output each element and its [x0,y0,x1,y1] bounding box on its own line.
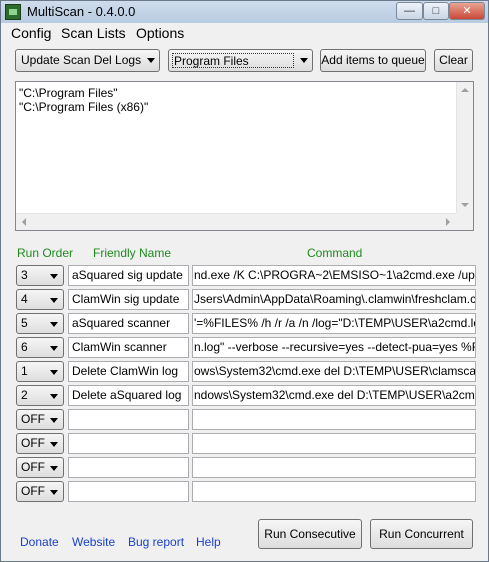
run-order-select[interactable]: 1 [16,361,64,382]
vertical-scrollbar[interactable] [456,82,473,213]
donate-link[interactable]: Donate [20,535,59,549]
list-item[interactable]: "C:\Program Files (x86)" [19,100,148,114]
run-order-value: OFF [21,484,45,498]
table-row: 4 ClamWin sig update Jsers\Admin\AppData… [15,289,477,311]
friendly-name-field[interactable]: aSquared sig update [68,265,189,286]
command-field[interactable]: '=%FILES% /h /r /a /n /log="D:\TEMP\USER… [192,313,476,334]
run-order-select[interactable]: 2 [16,385,64,406]
chevron-down-icon [50,442,58,447]
scan-list-select-value: Update Scan Del Logs [21,53,142,67]
menu-scan-lists[interactable]: Scan Lists [61,25,126,41]
friendly-name-field[interactable]: ClamWin scanner [68,337,189,358]
command-field[interactable]: nd.exe /K C:\PROGRA~2\EMSISO~1\a2cmd.exe… [192,265,476,286]
command-field[interactable]: Jsers\Admin\AppData\Roaming\.clamwin\fre… [192,289,476,310]
menu-bar: Config Scan Lists Options [1,23,488,43]
run-order-value: 1 [21,364,28,378]
table-row: OFF [15,457,477,479]
scroll-up-icon[interactable] [461,88,469,92]
run-order-select[interactable]: 3 [16,265,64,286]
chevron-down-icon [50,298,58,303]
command-field[interactable] [192,433,476,454]
run-order-value: OFF [21,436,45,450]
friendly-name-field[interactable]: ClamWin sig update [68,289,189,310]
friendly-name-field[interactable] [68,481,189,502]
table-row: OFF [15,433,477,455]
run-order-value: OFF [21,412,45,426]
menu-options[interactable]: Options [136,25,184,41]
friendly-name-field[interactable] [68,457,189,478]
run-order-select[interactable]: 6 [16,337,64,358]
close-button[interactable]: ✕ [449,2,485,20]
title-bar[interactable]: MultiScan - 0.4.0.0 — □ ✕ [1,1,488,23]
table-row: 3 aSquared sig update nd.exe /K C:\PROGR… [15,265,477,287]
horizontal-scrollbar[interactable] [16,213,456,230]
command-field[interactable]: ows\System32\cmd.exe del D:\TEMP\USER\cl… [192,361,476,382]
command-header: Command [307,246,363,260]
friendly-name-field[interactable]: aSquared scanner [68,313,189,334]
queue-listbox[interactable]: "C:\Program Files" "C:\Program Files (x8… [15,81,474,231]
table-row: 5 aSquared scanner '=%FILES% /h /r /a /n… [15,313,477,335]
chevron-down-icon [50,274,58,279]
menu-config[interactable]: Config [11,25,51,41]
friendly-name-field[interactable] [68,409,189,430]
run-order-value: 3 [21,268,28,282]
run-order-select[interactable]: OFF [16,433,64,454]
command-field[interactable] [192,481,476,502]
chevron-down-icon [147,58,155,63]
scroll-left-icon[interactable] [22,218,26,226]
run-order-select[interactable]: OFF [16,409,64,430]
command-field[interactable] [192,457,476,478]
run-order-select[interactable]: 5 [16,313,64,334]
main-window: MultiScan - 0.4.0.0 — □ ✕ Config Scan Li… [0,0,489,562]
website-link[interactable]: Website [72,535,115,549]
friendly-name-header: Friendly Name [93,246,172,260]
table-row: 2 Delete aSquared log ndows\System32\cmd… [15,385,477,407]
window-title: MultiScan - 0.4.0.0 [27,4,136,19]
run-order-value: 5 [21,316,28,330]
bug-report-link[interactable]: Bug report [128,535,184,549]
friendly-name-field[interactable]: Delete ClamWin log [68,361,189,382]
run-order-select[interactable]: OFF [16,457,64,478]
clear-button[interactable]: Clear [434,49,473,72]
run-order-value: 6 [21,340,28,354]
scrollbar-corner [456,213,473,230]
chevron-down-icon [50,418,58,423]
run-order-select[interactable]: 4 [16,289,64,310]
maximize-button[interactable]: □ [423,2,449,20]
run-order-value: 4 [21,292,28,306]
friendly-name-field[interactable]: Delete aSquared log [68,385,189,406]
scroll-right-icon[interactable] [446,218,450,226]
minimize-button[interactable]: — [396,2,423,20]
run-order-value: 2 [21,388,28,402]
run-order-header: Run Order [17,246,74,260]
chevron-down-icon [50,394,58,399]
run-concurrent-button[interactable]: Run Concurrent [370,519,473,549]
scan-list-select[interactable]: Update Scan Del Logs [15,49,160,72]
table-row: 1 Delete ClamWin log ows\System32\cmd.ex… [15,361,477,383]
chevron-down-icon [50,346,58,351]
chevron-down-icon [50,322,58,327]
run-order-value: OFF [21,460,45,474]
chevron-down-icon [300,58,308,63]
chevron-down-icon [50,466,58,471]
app-icon [5,4,21,20]
table-row: OFF [15,409,477,431]
command-field[interactable] [192,409,476,430]
add-items-button[interactable]: Add items to queue [320,49,426,72]
path-select[interactable]: Program Files [168,49,313,72]
run-order-select[interactable]: OFF [16,481,64,502]
command-field[interactable]: ndows\System32\cmd.exe del D:\TEMP\USER\… [192,385,476,406]
table-row: OFF [15,481,477,503]
friendly-name-field[interactable] [68,433,189,454]
run-consecutive-button[interactable]: Run Consecutive [258,519,362,549]
help-link[interactable]: Help [196,535,221,549]
chevron-down-icon [50,370,58,375]
chevron-down-icon [50,490,58,495]
list-item[interactable]: "C:\Program Files" [19,86,118,100]
table-row: 6 ClamWin scanner n.log" --verbose --rec… [15,337,477,359]
path-select-value: Program Files [172,53,294,68]
scroll-down-icon[interactable] [461,203,469,207]
command-field[interactable]: n.log" --verbose --recursive=yes --detec… [192,337,476,358]
